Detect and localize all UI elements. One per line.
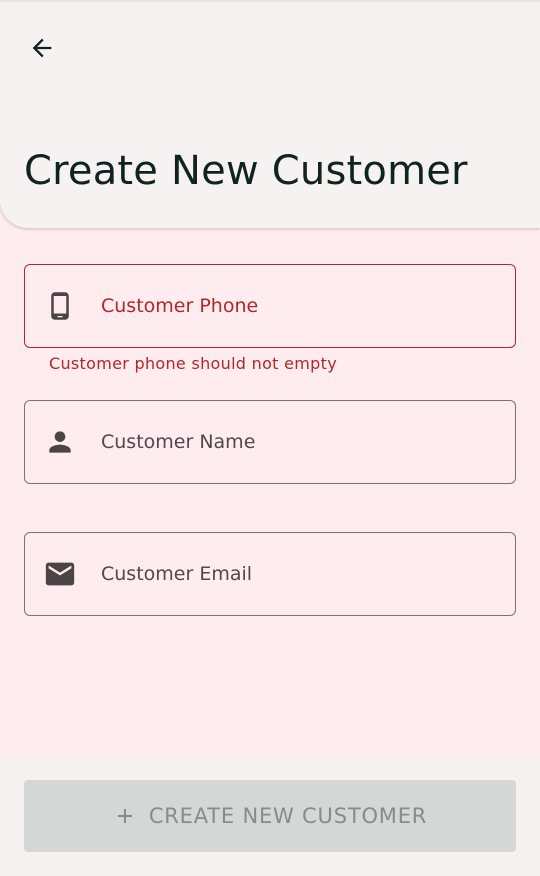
- back-button[interactable]: [18, 24, 66, 72]
- customer-name-field[interactable]: [24, 400, 516, 484]
- plus-icon: [113, 804, 137, 828]
- customer-email-input[interactable]: [101, 533, 501, 614]
- top-app-bar: Create New Customer: [0, 0, 540, 228]
- arrow-left-icon: [32, 38, 52, 58]
- create-customer-button-label: CREATE NEW CUSTOMER: [148, 804, 428, 828]
- phone-error-message: Customer phone should not empty: [49, 354, 337, 373]
- customer-name-input[interactable]: [101, 401, 501, 482]
- person-icon: [43, 425, 77, 459]
- status-bar-edge: [0, 0, 540, 3]
- page-title: Create New Customer: [24, 148, 468, 194]
- email-icon: [43, 557, 77, 591]
- customer-phone-input[interactable]: [101, 265, 501, 346]
- customer-phone-field[interactable]: [24, 264, 516, 348]
- create-customer-button[interactable]: CREATE NEW CUSTOMER: [24, 780, 516, 852]
- customer-email-field[interactable]: [24, 532, 516, 616]
- smartphone-icon: [43, 289, 77, 323]
